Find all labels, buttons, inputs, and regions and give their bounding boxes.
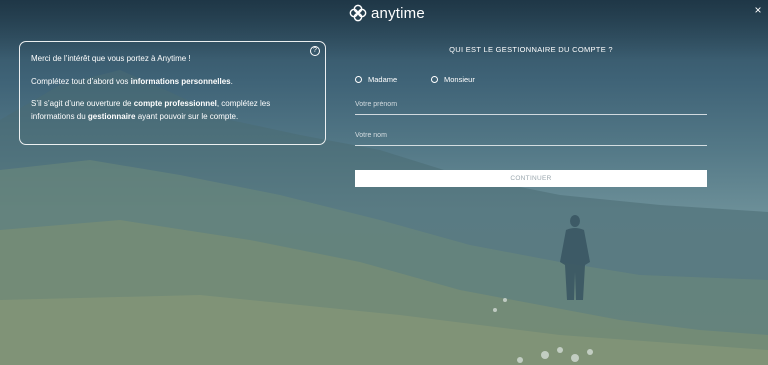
radio-madame[interactable]: Madame <box>355 75 397 84</box>
help-icon[interactable]: ? <box>310 46 320 56</box>
logo-mark-icon <box>349 4 367 22</box>
personal-info-hint: Complétez tout d’abord vos informations … <box>31 76 233 86</box>
welcome-info-box: ? Merci de l’intérêt que vous portez à A… <box>19 41 326 145</box>
logo-text: anytime <box>371 4 425 22</box>
radio-monsieur-label: Monsieur <box>444 75 475 84</box>
professional-account-hint: S’il s’agit d’une ouverture de compte pr… <box>31 99 271 121</box>
close-icon[interactable]: × <box>751 3 765 17</box>
radio-monsieur[interactable]: Monsieur <box>431 75 475 84</box>
continue-button[interactable]: CONTINUER <box>355 170 707 187</box>
radio-circle-icon <box>355 76 362 83</box>
radio-circle-icon <box>431 76 438 83</box>
anytime-logo[interactable]: anytime <box>349 4 425 22</box>
welcome-message: Merci de l’intérêt que vous portez à Any… <box>31 54 191 63</box>
form-title: QUI EST LE GESTIONNAIRE DU COMPTE ? <box>449 45 613 54</box>
signup-screen: anytime × ? Merci de l’intérêt que vous … <box>0 0 768 365</box>
last-name-input[interactable] <box>355 132 707 146</box>
radio-madame-label: Madame <box>368 75 398 84</box>
first-name-input[interactable] <box>355 101 707 115</box>
